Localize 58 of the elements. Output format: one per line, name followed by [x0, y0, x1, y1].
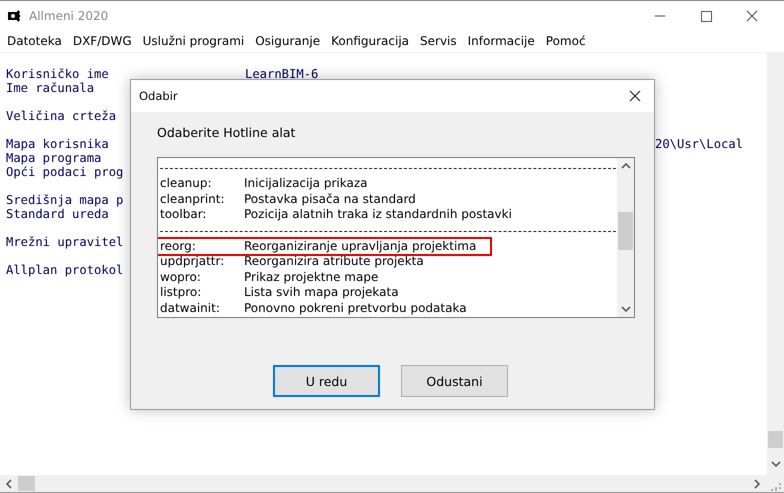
item-description: Inicijalizacija prikaza [244, 176, 368, 192]
info-label: Veličina crteža [6, 109, 116, 123]
item-description: Lista svih mapa projekata [244, 285, 399, 300]
item-key: wopro: [160, 270, 244, 285]
menu-item[interactable]: Pomoć [546, 34, 586, 48]
list-item[interactable]: cleanprint: Postavka pisača na standard [160, 192, 430, 207]
resize-grip-icon [771, 480, 781, 490]
list-item[interactable]: listpro: Lista svih mapa projekata [160, 285, 413, 300]
info-label: Mrežni upravitel [6, 235, 124, 249]
info-value: LearnBIM-6 [245, 67, 318, 81]
item-description: Ponovno pokreni pretvorbu podataka [244, 300, 467, 316]
item-key: cleanup: [160, 176, 244, 192]
app-icon [8, 10, 20, 22]
info-label: Ime računala [6, 81, 94, 95]
close-button[interactable] [628, 89, 642, 103]
info-value: 20\Usr\Local [655, 137, 744, 151]
horizontal-scrollbar[interactable] [0, 475, 784, 493]
item-description: Postavka pisača na standard [244, 192, 416, 207]
info-label: Korisničko ime [6, 67, 110, 81]
item-key: updprjattr: [160, 254, 244, 270]
info-label: Mapa programa [6, 151, 102, 165]
list-item[interactable]: wopro: Prikaz projektne mape [160, 270, 392, 285]
dialog-prompt: Odaberite Hotline alat [157, 125, 296, 142]
cancel-button[interactable]: Odustani [401, 365, 508, 397]
item-key: datwainit: [160, 300, 244, 316]
item-key: toolbar: [160, 207, 244, 222]
info-label: Središnja mapa p [6, 193, 124, 207]
menu-item[interactable]: Konfiguracija [331, 34, 410, 48]
ok-button[interactable]: U redu [273, 365, 380, 397]
dialog-title: Odabir [139, 89, 178, 103]
menu-item[interactable]: Osiguranje [255, 34, 320, 48]
list-item[interactable]: toolbar: Pozicija alatnih traka iz standardnih postavki [160, 207, 526, 222]
menu-item[interactable]: DXF/DWG [72, 34, 132, 48]
list-item[interactable]: updprjattr: Reorganizira atribute projekta [160, 254, 438, 270]
menu-item[interactable]: Uslužni programi [142, 34, 244, 48]
vertical-scrollbar[interactable] [767, 53, 784, 475]
info-label: Opći podaci prog [6, 165, 124, 179]
item-key: listpro: [160, 285, 244, 300]
info-label: Mapa korisnika [6, 137, 110, 151]
list-scrollbar[interactable] [617, 158, 634, 317]
menu-item[interactable]: Informacije [468, 34, 535, 48]
menu-item[interactable]: Servis [420, 34, 457, 48]
info-label: Allplan protokol [6, 263, 124, 277]
list-item[interactable]: cleanup: Inicijalizacija prikaza [160, 176, 382, 192]
item-key: reorg: [160, 238, 244, 254]
item-description: Prikaz projektne mape [244, 270, 378, 285]
item-key: cleanprint: [160, 192, 244, 207]
item-description: Reorganizira atribute projekta [244, 254, 424, 270]
scroll-thumb[interactable] [768, 431, 783, 448]
item-description: Reorganiziranje upravljanja projektima [244, 238, 476, 254]
scroll-thumb[interactable] [618, 212, 633, 250]
scroll-thumb[interactable] [18, 476, 35, 491]
list-item[interactable]: datwainit: Ponovno pokreni pretvorbu podataka [160, 300, 481, 316]
window-title: Allmeni 2020 [29, 8, 110, 22]
menu-item[interactable]: Datoteka [7, 34, 62, 48]
item-description: Pozicija alatnih traka iz standardnih postavki [244, 207, 512, 222]
info-label: Standard ureda [6, 207, 109, 221]
list-item[interactable]: reorg: Reorganiziranje upravljanja projektima [158, 238, 490, 254]
